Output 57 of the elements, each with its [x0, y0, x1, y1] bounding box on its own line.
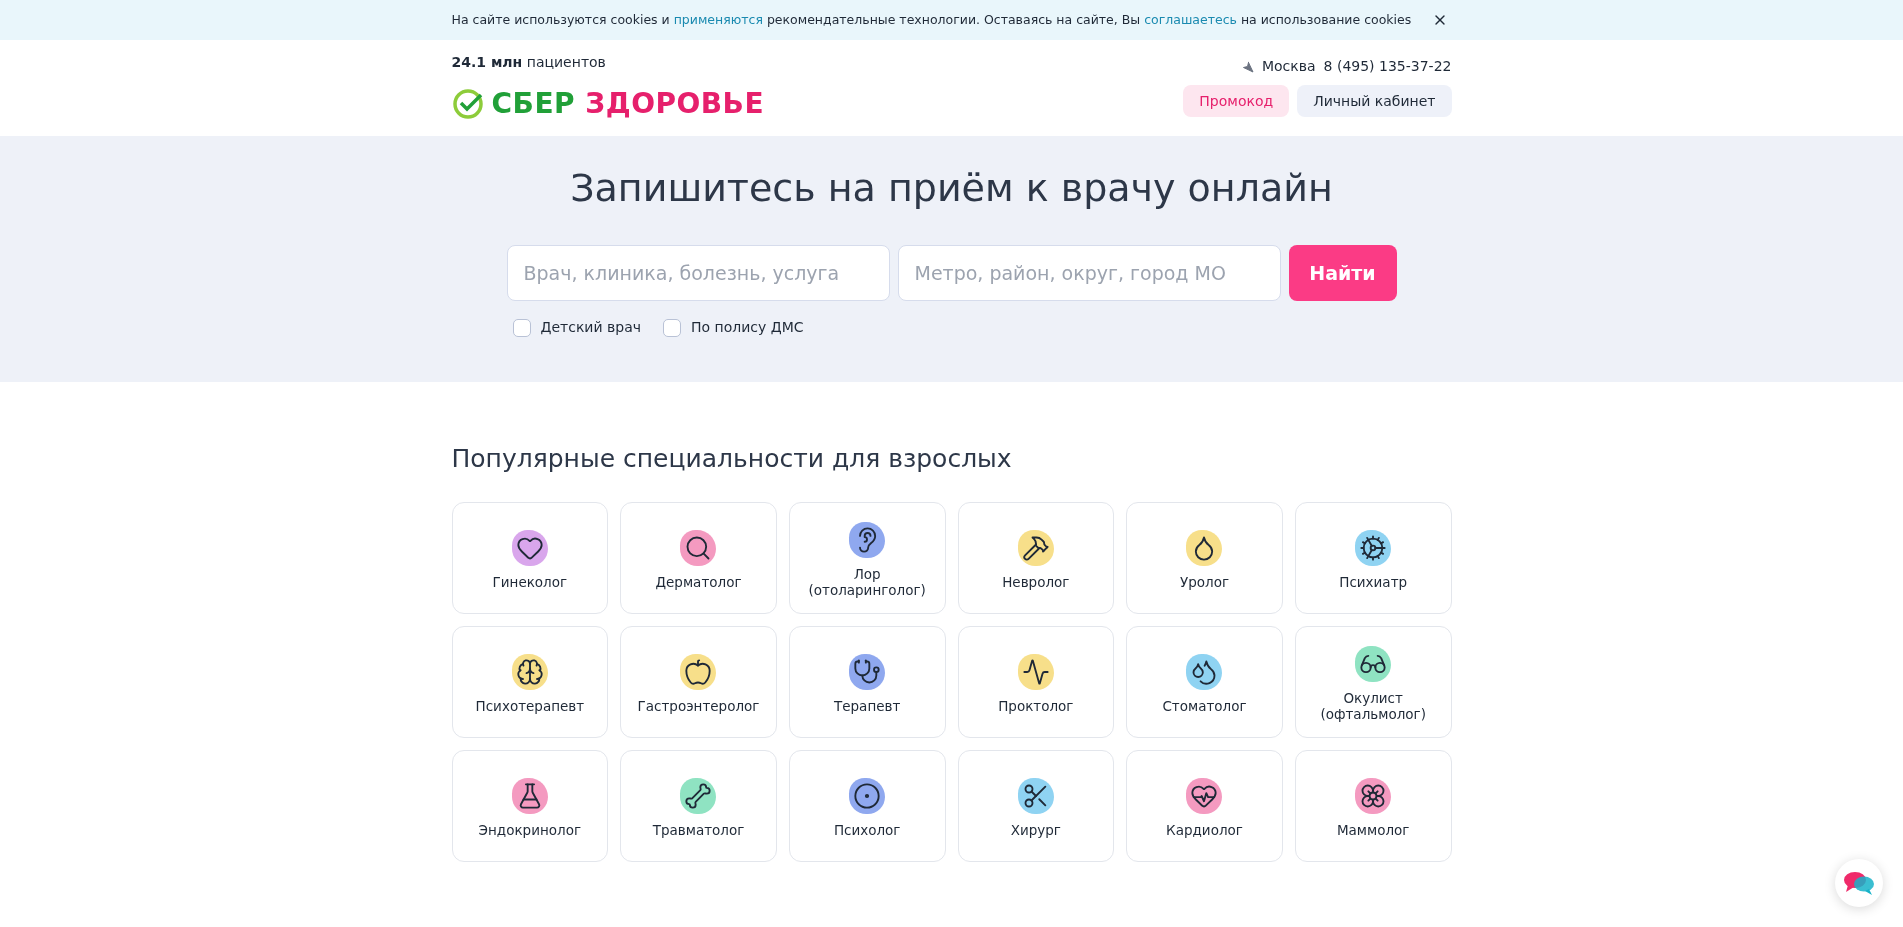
specialty-label: Эндокринолог [478, 821, 582, 838]
specialty-card[interactable]: Лор (отоларинголог) [788, 501, 946, 614]
specialty-label: Окулист (офтальмолог) [1320, 689, 1426, 722]
chat-button[interactable] [1835, 859, 1883, 907]
specialty-label: Лор (отоларинголог) [808, 565, 926, 598]
phone-number[interactable]: 8 (495) 135-37-22 [1323, 56, 1452, 77]
specialty-card[interactable]: Окулист (офтальмолог) [1294, 625, 1452, 738]
specialty-card[interactable]: Стоматолог [1126, 625, 1283, 738]
specialty-card[interactable]: Дерматолог [620, 501, 777, 614]
specialty-card[interactable]: Проктолог [957, 625, 1115, 738]
specialty-label: Психотерапевт [475, 697, 585, 714]
specialty-label: Психолог [833, 821, 901, 838]
checkbox-label[interactable]: По полису ДМС [691, 317, 804, 338]
notice-link[interactable]: применяются [673, 11, 763, 27]
account-button[interactable]: Личный кабинет [1297, 85, 1452, 117]
specialty-card[interactable]: Уролог [1126, 501, 1283, 614]
specialty-card[interactable]: Травматолог [620, 749, 777, 862]
specialty-label: Стоматолог [1162, 697, 1247, 714]
specialty-card[interactable]: Кардиолог [1126, 749, 1283, 862]
specialty-card[interactable]: Психиатр [1294, 501, 1452, 614]
notice-link[interactable]: соглашаетесь [1144, 11, 1237, 27]
hero-title: Запишитесь на приём к врачу онлайн [570, 165, 1333, 212]
specialty-label: Уролог [1179, 573, 1229, 590]
logo-check-icon [451, 88, 484, 120]
specialty-label: Дерматолог [655, 573, 742, 590]
patients-count: 24.1 млн пациентов [451, 53, 607, 72]
specialty-label: Гастроэнтеролог [637, 697, 760, 714]
specialty-label: Маммолог [1336, 821, 1410, 838]
checkbox[interactable] [663, 318, 681, 337]
specialty-card[interactable]: Маммолог [1294, 749, 1452, 862]
specialty-label: Хирург [1010, 821, 1061, 838]
location-arrow-icon [1241, 60, 1254, 73]
specialty-card[interactable]: Невролог [957, 501, 1115, 614]
specialty-card[interactable]: Гастроэнтеролог [620, 625, 777, 738]
location-field[interactable]: Метро, район, округ, город МО [897, 245, 1281, 301]
specialty-card[interactable]: Хирург [957, 749, 1115, 862]
specialty-card[interactable]: Эндокринолог [451, 749, 609, 862]
specialty-card[interactable]: Психолог [788, 749, 946, 862]
specialty-label: Невролог [1002, 573, 1070, 590]
chat-bubbles-icon [1843, 869, 1875, 897]
city-link[interactable]: Москва [1261, 56, 1316, 77]
checkbox-label[interactable]: Детский врач [540, 317, 641, 338]
specialty-label: Гинеколог [492, 573, 568, 590]
cookie-notice: На сайте используются cookies и применяются рекомендательные технологии. Оставаясь на сайте, Вы соглашаетесь на использование cookies [451, 10, 1412, 29]
specialty-label: Психиатр [1339, 573, 1408, 590]
specialty-card[interactable]: Терапевт [788, 625, 946, 738]
specialty-label: Травматолог [652, 821, 745, 838]
search-field[interactable]: Врач, клиника, болезнь, услуга [506, 245, 890, 301]
section-title: Популярные специальности для взрослых [451, 443, 1013, 475]
specialty-label: Кардиолог [1166, 821, 1243, 838]
logo[interactable]: СБЕР ЗДОРОВЬЕ [451, 83, 765, 125]
specialty-label: Терапевт [834, 697, 901, 714]
specialty-card[interactable]: Психотерапевт [451, 625, 609, 738]
specialty-label: Проктолог [998, 697, 1074, 714]
specialty-card[interactable]: Гинеколог [451, 501, 609, 614]
promo-button[interactable]: Промокод [1183, 85, 1290, 117]
checkbox[interactable] [512, 318, 531, 337]
